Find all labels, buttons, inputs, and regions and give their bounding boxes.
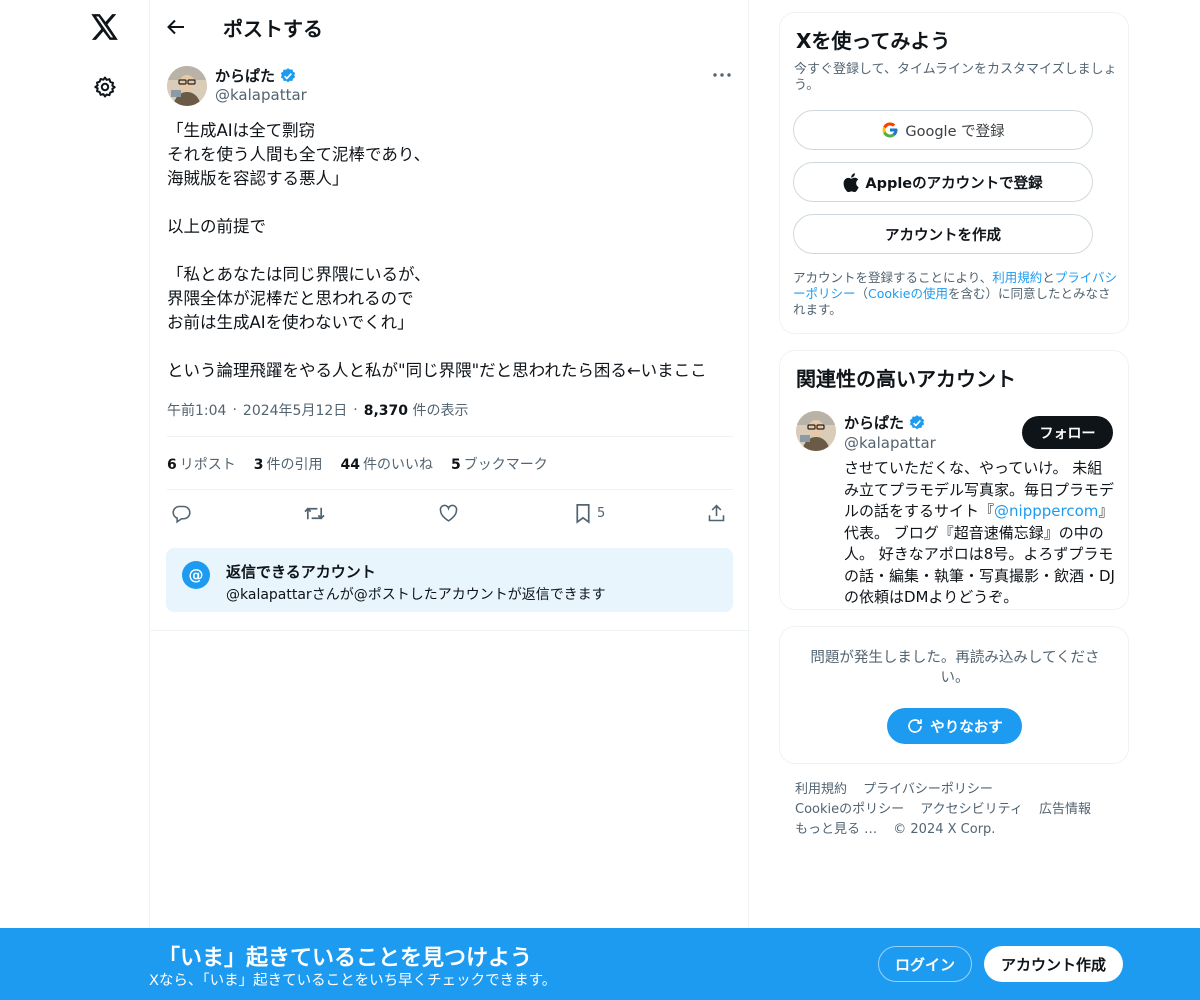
legal-text: （ xyxy=(855,286,869,301)
related-accounts-title: 関連性の高いアカウント xyxy=(796,367,1016,391)
footer-link-cookie[interactable]: Cookieのポリシー xyxy=(795,802,904,817)
cookie-link[interactable]: Cookieの使用 xyxy=(868,286,948,301)
signup-card-subtitle: 今すぐ登録して、タイムラインをカスタマイズしましょう。 xyxy=(794,62,1117,93)
avatar[interactable] xyxy=(167,66,207,106)
legal-text: と xyxy=(1042,270,1055,285)
at-sign-icon: @ xyxy=(182,561,210,589)
reply-icon[interactable] xyxy=(171,501,192,525)
reply-restriction-title: 返信できるアカウント xyxy=(226,563,376,581)
avatar[interactable] xyxy=(796,411,836,451)
reply-restriction-box: @ 返信できるアカウント @kalapattarさんが@ポストしたアカウントが返… xyxy=(166,548,733,612)
retry-button[interactable]: やりなおす xyxy=(887,708,1022,744)
gear-icon[interactable] xyxy=(91,73,119,101)
page-title: ポストする xyxy=(223,17,323,41)
footer-links: 利用規約 プライバシーポリシー Cookieのポリシー アクセシビリティ 広告情… xyxy=(795,780,1115,840)
refresh-icon xyxy=(908,719,923,733)
post-stats: 6 リポスト 3 件の引用 44 件のいいね 5 ブックマーク xyxy=(167,454,548,474)
create-account-button[interactable]: アカウントを作成 xyxy=(793,214,1093,254)
banner-title: 「いま」起きていることを見つけよう xyxy=(158,946,533,971)
bookmark-button[interactable]: 5 xyxy=(573,501,605,525)
post-text: 「生成AIは全て剽窃 それを使う人間も全て泥棒であり、 海賊版を容認する悪人」 … xyxy=(167,121,707,380)
google-signup-label: Google で登録 xyxy=(905,123,1005,140)
divider xyxy=(167,436,733,437)
like-icon[interactable] xyxy=(438,501,459,525)
terms-link[interactable]: 利用規約 xyxy=(992,270,1042,285)
related-account-bio: させていただくな、やっていけ。 未組み立てプラモデル写真家。毎日プラモデルの話を… xyxy=(844,458,1116,609)
apple-signup-label: Appleのアカウントで登録 xyxy=(865,175,1043,192)
share-icon[interactable] xyxy=(706,501,727,525)
google-icon xyxy=(882,122,898,138)
verified-badge-icon xyxy=(279,67,297,85)
footer-link-terms[interactable]: 利用規約 xyxy=(795,782,847,797)
x-logo-icon[interactable] xyxy=(89,11,121,43)
signup-button[interactable]: アカウント作成 xyxy=(984,946,1123,982)
post-actions: 5 xyxy=(167,501,733,525)
related-account-name-text: からぱた xyxy=(844,414,905,432)
follow-button[interactable]: フォロー xyxy=(1022,416,1113,449)
error-message: 問題が発生しました。再読み込みしてください。 xyxy=(810,650,1100,686)
copyright: © 2024 X Corp. xyxy=(893,822,996,837)
signup-card-title: Xを使ってみよう xyxy=(796,29,951,53)
page-header: ポストする xyxy=(150,0,750,53)
post-meta: 午前1:04 · 2024年5月12日 · 8,370 件の表示 xyxy=(167,400,468,420)
more-options-icon[interactable] xyxy=(710,65,734,85)
post: からぱた @kalapattar 「生成AIは全て剽窃 それを使う人間も全て泥棒… xyxy=(150,53,750,631)
views-count: 8,370 xyxy=(363,403,409,419)
back-arrow-icon[interactable] xyxy=(164,15,188,39)
bookmark-count: 5 xyxy=(597,505,606,521)
related-accounts-card: 関連性の高いアカウント からぱた @kalapattar フォロー させていただ… xyxy=(779,350,1129,610)
signup-legal-text: アカウントを登録することにより、利用規約とプライバシーポリシー（Cookieの使… xyxy=(793,270,1119,318)
footer-link-privacy[interactable]: プライバシーポリシー xyxy=(863,782,993,797)
reposts-stat[interactable]: 6 リポスト xyxy=(167,454,236,474)
google-signup-button[interactable]: Google で登録 xyxy=(793,110,1093,150)
retry-label: やりなおす xyxy=(930,719,1003,736)
bookmarks-stat[interactable]: 5 ブックマーク xyxy=(451,454,548,474)
signup-card: Xを使ってみよう 今すぐ登録して、タイムラインをカスタマイズしましょう。 Goo… xyxy=(779,12,1129,334)
error-card: 問題が発生しました。再読み込みしてください。 やりなおす xyxy=(779,626,1129,764)
verified-badge-icon xyxy=(908,414,926,432)
quotes-stat[interactable]: 3 件の引用 xyxy=(254,454,323,474)
post-time[interactable]: 午前1:04 xyxy=(167,400,226,420)
create-account-label: アカウントを作成 xyxy=(885,227,1001,244)
left-nav xyxy=(0,0,150,1000)
likes-stat[interactable]: 44 件のいいね xyxy=(341,454,433,474)
legal-text: アカウントを登録することにより、 xyxy=(793,270,993,285)
divider xyxy=(167,489,733,490)
bookmark-icon xyxy=(576,503,590,524)
main-column: ポストする からぱた @kalapattar 「生成AIは全て剽窃 それを使う人… xyxy=(149,0,750,1000)
related-account-name[interactable]: からぱた xyxy=(844,412,926,433)
login-button[interactable]: ログイン xyxy=(878,946,972,982)
apple-signup-button[interactable]: Appleのアカウントで登録 xyxy=(793,162,1093,202)
footer-link-ads[interactable]: 広告情報 xyxy=(1039,802,1091,817)
repost-icon[interactable] xyxy=(303,501,326,525)
meta-separator: · xyxy=(232,402,237,418)
meta-separator: · xyxy=(353,402,358,418)
footer-link-accessibility[interactable]: アクセシビリティ xyxy=(920,802,1023,817)
banner-subtitle: Xなら、「いま」起きていることをいち早くチェックできます。 xyxy=(149,973,557,989)
author-name-text: からぱた xyxy=(215,67,276,85)
footer-link-more[interactable]: もっと見る … xyxy=(795,822,877,837)
author-name[interactable]: からぱた xyxy=(215,65,297,86)
signup-banner: 「いま」起きていることを見つけよう Xなら、「いま」起きていることをいち早くチェ… xyxy=(0,928,1200,1000)
bio-mention-link[interactable]: @nipppercom xyxy=(994,502,1098,520)
views-label: 件の表示 xyxy=(412,403,469,419)
apple-icon xyxy=(843,172,859,192)
author-handle[interactable]: @kalapattar xyxy=(215,86,307,104)
reply-restriction-subtitle: @kalapattarさんが@ポストしたアカウントが返信できます xyxy=(226,587,606,603)
post-date[interactable]: 2024年5月12日 xyxy=(243,400,347,420)
related-account-handle[interactable]: @kalapattar xyxy=(844,434,936,452)
